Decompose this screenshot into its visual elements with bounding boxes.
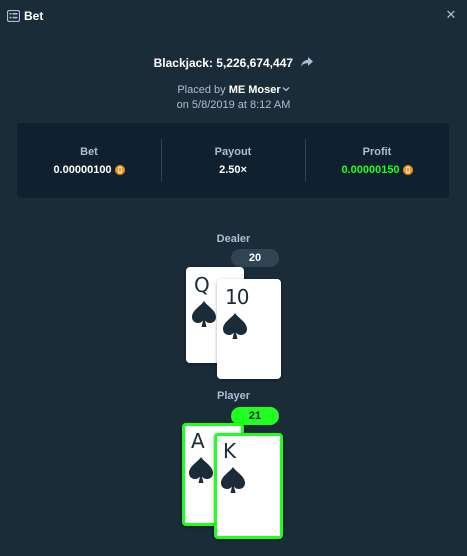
stat-payout: Payout 2.50× [161, 123, 305, 198]
bet-date: on 5/8/2019 at 8:12 AM [176, 99, 291, 111]
dealer-card-2: 10 [217, 279, 281, 379]
user-link[interactable]: ME Moser [229, 84, 290, 96]
bitcoin-icon [402, 164, 413, 175]
stat-profit: Profit 0.00000150 [305, 123, 449, 198]
profit-value-row: 0.00000150 [341, 163, 413, 176]
bet-value-row: 0.00000100 [53, 163, 125, 176]
placed-by-label: Placed by [177, 84, 226, 96]
card-rank: A [191, 429, 205, 453]
bet-value: 0.00000100 [53, 163, 112, 176]
bet-label: Bet [80, 145, 98, 158]
stat-bet: Bet 0.00000100 [17, 123, 161, 198]
card-rank: 10 [225, 285, 249, 309]
spade-icon [223, 313, 247, 344]
payout-value-row: 2.50× [219, 164, 247, 176]
profit-value: 0.00000150 [341, 163, 400, 176]
title-bar: Bet ✕ [0, 0, 467, 32]
payout-value: 2.50× [219, 163, 247, 176]
window-title: Bet [24, 9, 44, 23]
bet-stats-panel: Bet 0.00000100 Payout 2.50× Profit 0.000… [17, 123, 449, 198]
share-icon[interactable] [301, 56, 314, 70]
dealer-label: Dealer [216, 233, 251, 245]
card-rank: Q [194, 273, 210, 297]
placed-by: Placed by ME Moser [0, 84, 467, 96]
bet-slip-icon [7, 10, 20, 22]
card-rank: K [223, 439, 236, 463]
spade-icon [192, 301, 216, 332]
profit-label: Profit [362, 145, 392, 158]
dealer-score-badge: 20 [231, 249, 279, 267]
payout-label: Payout [214, 145, 252, 158]
player-label: Player [216, 390, 251, 402]
close-icon[interactable]: ✕ [444, 8, 458, 22]
username[interactable]: ME Moser [229, 84, 281, 96]
game-id-text: Blackjack: 5,226,674,447 [153, 56, 294, 70]
bitcoin-icon [114, 164, 125, 175]
chevron-down-icon[interactable] [282, 83, 290, 95]
game-title: Blackjack: 5,226,674,447 [0, 56, 467, 70]
spade-icon [189, 457, 213, 488]
player-card-2: K [214, 433, 283, 539]
spade-icon [221, 467, 245, 498]
